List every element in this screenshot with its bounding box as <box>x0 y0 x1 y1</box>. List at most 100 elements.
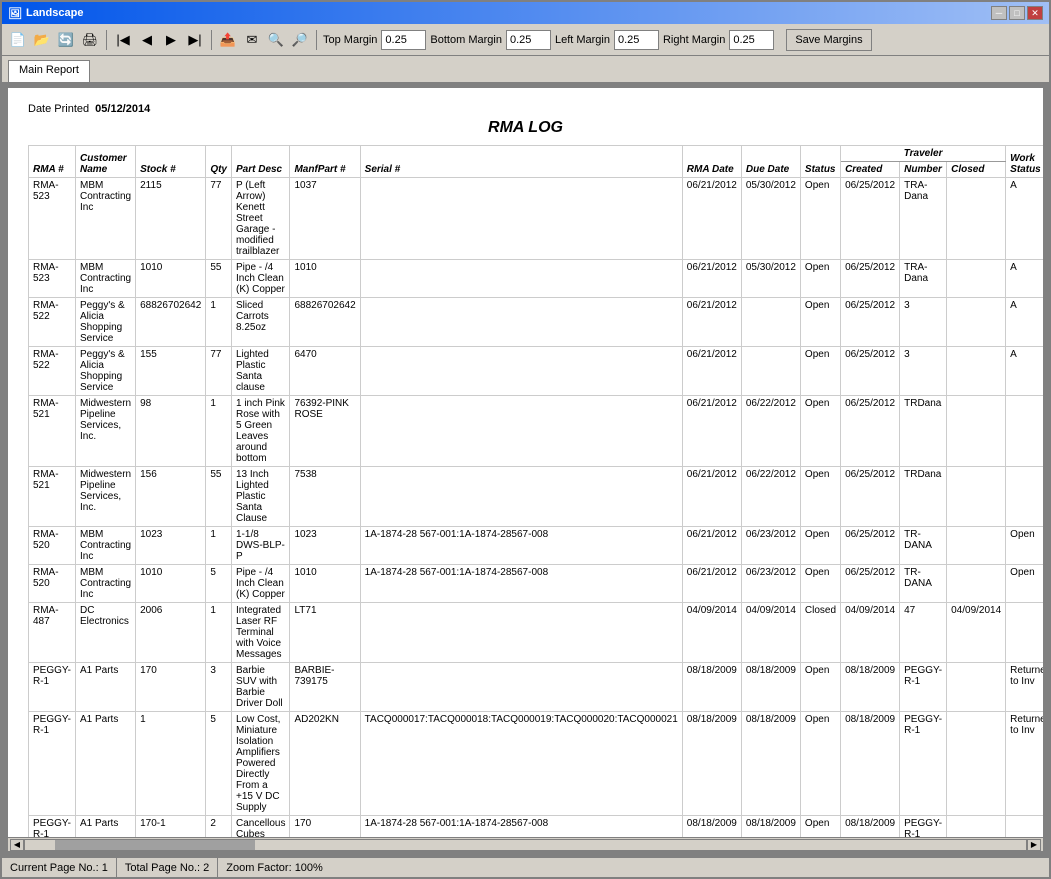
table-row: PEGGY-R-1A1 Parts170-12Cancellous Cubes1… <box>29 816 1044 838</box>
toolbar: 📄 📂 🔄 🖨 |◀ ◀ ▶ ▶| 📤 ✉ 🔍 🔎 Top Margin Bot… <box>2 24 1049 56</box>
cell-part: 1-1/8 DWS-BLP-P <box>231 527 289 565</box>
zoom-icon[interactable]: 🔎 <box>290 30 310 50</box>
cell-serial <box>360 467 682 527</box>
cell-rma: PEGGY-R-1 <box>29 663 76 712</box>
cell-number: TRDana <box>900 467 947 527</box>
report-container[interactable]: Date Printed 05/12/2014 RMA LOG RMA # Cu… <box>8 88 1043 837</box>
table-row: RMA-520MBM Contracting Inc10105Pipe - /4… <box>29 565 1044 603</box>
minimize-button[interactable]: ─ <box>991 6 1007 20</box>
table-row: RMA-523MBM Contracting Inc211577P (Left … <box>29 178 1044 260</box>
cell-part: 1 inch Pink Rose with 5 Green Leaves aro… <box>231 396 289 467</box>
cell-status: Open <box>800 298 840 347</box>
cell-qty: 5 <box>206 712 232 816</box>
prev-page-icon[interactable]: ◀ <box>137 30 157 50</box>
bottom-margin-input[interactable] <box>506 30 551 50</box>
cell-created: 08/18/2009 <box>841 663 900 712</box>
last-page-icon[interactable]: ▶| <box>185 30 205 50</box>
next-page-icon[interactable]: ▶ <box>161 30 181 50</box>
cell-manf: LT71 <box>290 603 360 663</box>
table-row: RMA-521Midwestern Pipeline Services, Inc… <box>29 467 1044 527</box>
report-header: Date Printed 05/12/2014 RMA LOG <box>28 103 1023 137</box>
main-report-tab[interactable]: Main Report <box>8 60 90 82</box>
cell-due_date: 06/23/2012 <box>741 527 800 565</box>
cell-status: Open <box>800 816 840 838</box>
toolbar-separator-1 <box>106 30 107 50</box>
cell-work_status: A <box>1006 260 1043 298</box>
h-scrollbar-track[interactable] <box>24 839 1027 851</box>
scroll-right-button[interactable]: ▶ <box>1027 839 1041 851</box>
left-margin-input[interactable] <box>614 30 659 50</box>
cell-rma_date: 08/18/2009 <box>682 663 741 712</box>
cell-due_date: 04/09/2014 <box>741 603 800 663</box>
cell-closed <box>947 260 1006 298</box>
cell-status: Open <box>800 347 840 396</box>
new-icon[interactable]: 📄 <box>8 30 28 50</box>
cell-status: Open <box>800 396 840 467</box>
top-margin-label: Top Margin <box>323 34 377 46</box>
scroll-left-button[interactable]: ◀ <box>10 839 24 851</box>
right-margin-input[interactable] <box>729 30 774 50</box>
h-scrollbar-thumb[interactable] <box>55 840 255 850</box>
cell-number: 3 <box>900 347 947 396</box>
cell-work_status <box>1006 603 1043 663</box>
cell-rma: PEGGY-R-1 <box>29 712 76 816</box>
report-title: RMA LOG <box>28 119 1023 137</box>
cell-rma: PEGGY-R-1 <box>29 816 76 838</box>
cell-customer: A1 Parts <box>75 663 135 712</box>
cell-stock: 98 <box>136 396 206 467</box>
date-printed-label: Date Printed <box>28 103 89 115</box>
print-icon[interactable]: 🖨 <box>80 30 100 50</box>
maximize-button[interactable]: □ <box>1009 6 1025 20</box>
col-header-due: Due Date <box>741 146 800 178</box>
cell-closed <box>947 396 1006 467</box>
cell-stock: 1023 <box>136 527 206 565</box>
cell-manf: 7538 <box>290 467 360 527</box>
cell-created: 06/25/2012 <box>841 298 900 347</box>
report-table: RMA # Customer Name Stock # Qty Part Des… <box>28 145 1043 837</box>
first-page-icon[interactable]: |◀ <box>113 30 133 50</box>
col-header-part: Part Desc <box>231 146 289 178</box>
cell-due_date: 08/18/2009 <box>741 712 800 816</box>
search-icon[interactable]: 🔍 <box>266 30 286 50</box>
status-bar: Current Page No.: 1 Total Page No.: 2 Zo… <box>2 857 1049 877</box>
cell-created: 06/25/2012 <box>841 178 900 260</box>
cell-created: 04/09/2014 <box>841 603 900 663</box>
cell-qty: 55 <box>206 467 232 527</box>
open-icon[interactable]: 📂 <box>32 30 52 50</box>
email-icon[interactable]: ✉ <box>242 30 262 50</box>
close-button[interactable]: ✕ <box>1027 6 1043 20</box>
cell-due_date: 06/22/2012 <box>741 396 800 467</box>
cell-work_status <box>1006 467 1043 527</box>
cell-part: Pipe - /4 Inch Clean (K) Copper <box>231 565 289 603</box>
cell-created: 06/25/2012 <box>841 347 900 396</box>
cell-part: Lighted Plastic Santa clause <box>231 347 289 396</box>
content-area: Date Printed 05/12/2014 RMA LOG RMA # Cu… <box>2 82 1049 857</box>
cell-number: TR-DANA <box>900 565 947 603</box>
cell-work_status <box>1006 816 1043 838</box>
cell-manf: 6470 <box>290 347 360 396</box>
table-row: RMA-522Peggy's & Alicia Shopping Service… <box>29 298 1044 347</box>
scrollbar-area: ◀ ▶ <box>8 837 1043 851</box>
cell-part: Low Cost, Miniature Isolation Amplifiers… <box>231 712 289 816</box>
cell-work_status: Returned to Inv <box>1006 712 1043 816</box>
cell-manf: AD202KN <box>290 712 360 816</box>
cell-qty: 3 <box>206 663 232 712</box>
cell-due_date: 08/18/2009 <box>741 663 800 712</box>
col-header-qty: Qty <box>206 146 232 178</box>
save-margins-button[interactable]: Save Margins <box>786 29 871 51</box>
col-header-stock: Stock # <box>136 146 206 178</box>
col-header-number: Number <box>900 162 947 178</box>
refresh-icon[interactable]: 🔄 <box>56 30 76 50</box>
cell-work_status <box>1006 396 1043 467</box>
cell-serial <box>360 178 682 260</box>
cell-manf: 76392-PINK ROSE <box>290 396 360 467</box>
main-window: 🖼 Landscape ─ □ ✕ 📄 📂 🔄 🖨 |◀ ◀ ▶ ▶| 📤 ✉ … <box>0 0 1051 879</box>
export-icon[interactable]: 📤 <box>218 30 238 50</box>
window-title: Landscape <box>26 7 83 19</box>
top-margin-input[interactable] <box>381 30 426 50</box>
toolbar-separator-2 <box>211 30 212 50</box>
cell-stock: 68826702642 <box>136 298 206 347</box>
report-tbody: RMA-523MBM Contracting Inc211577P (Left … <box>29 178 1044 838</box>
cell-serial <box>360 396 682 467</box>
cell-serial <box>360 260 682 298</box>
